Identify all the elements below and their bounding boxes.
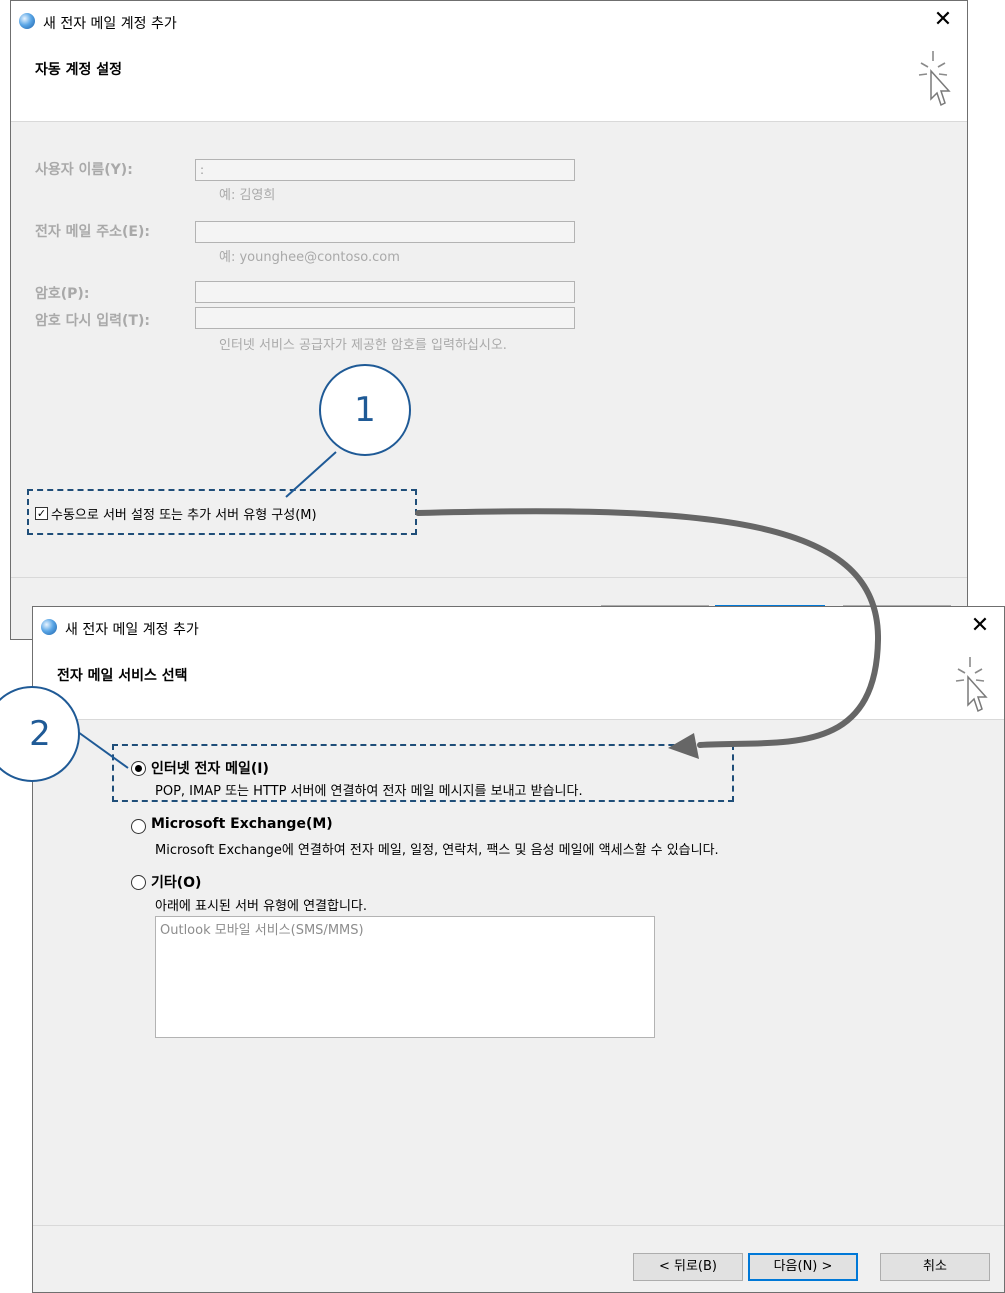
password-label: 암호(P): [35, 286, 90, 302]
other-title[interactable]: 기타(O) [151, 872, 201, 892]
dialog1-header: 자동 계정 설정 [11, 41, 967, 122]
list-item[interactable]: Outlook 모바일 서비스(SMS/MMS) [160, 919, 650, 938]
email-field[interactable] [195, 221, 575, 243]
email-hint: 예: younghee@contoso.com [219, 250, 400, 265]
outlook-globe-icon [41, 619, 57, 635]
dialog-choose-email-service: 새 전자 메일 계정 추가 ✕ 전자 메일 서비스 선택 인터넷 전자 메일(I… [32, 606, 1005, 1293]
close-icon[interactable]: ✕ [968, 613, 992, 638]
dialog2-title: 새 전자 메일 계정 추가 [65, 622, 199, 638]
dialog1-header-title: 자동 계정 설정 [35, 62, 123, 78]
dialog1-title: 새 전자 메일 계정 추가 [43, 16, 177, 32]
close-icon[interactable]: ✕ [931, 7, 955, 32]
dialog2-header-title: 전자 메일 서비스 선택 [57, 668, 188, 684]
email-label: 전자 메일 주소(E): [35, 224, 150, 240]
dialog2-titlebar: 새 전자 메일 계정 추가 ✕ [33, 607, 1004, 647]
username-field[interactable]: : [195, 159, 575, 181]
password-retype-label: 암호 다시 입력(T): [35, 313, 150, 329]
username-hint: 예: 김영희 [219, 188, 276, 203]
callout-1: 1 [319, 364, 411, 456]
dialog2-header: 전자 메일 서비스 선택 [33, 647, 1004, 720]
other-server-type-list[interactable]: Outlook 모바일 서비스(SMS/MMS) [155, 916, 655, 1038]
password-hint: 인터넷 서비스 공급자가 제공한 암호를 입력하십시오. [219, 338, 507, 353]
dialog1-titlebar: 새 전자 메일 계정 추가 ✕ [11, 1, 967, 41]
manual-setup-highlight [27, 489, 417, 535]
exchange-radio[interactable] [131, 819, 146, 834]
internet-email-highlight [112, 744, 734, 802]
password-field[interactable] [195, 281, 575, 303]
dialog1-footer-separator [11, 577, 967, 578]
back-button[interactable]: < 뒤로(B) [633, 1253, 743, 1281]
exchange-desc: Microsoft Exchange에 연결하여 전자 메일, 일정, 연락처,… [155, 843, 719, 858]
click-cursor-icon [950, 653, 990, 721]
click-cursor-icon [913, 47, 953, 115]
dialog2-footer-separator [33, 1225, 1004, 1226]
exchange-title[interactable]: Microsoft Exchange(M) [151, 816, 333, 832]
cancel-button[interactable]: 취소 [880, 1253, 990, 1281]
dialog-auto-account-setup: 새 전자 메일 계정 추가 ✕ 자동 계정 설정 사용자 이름(Y): : 예:… [10, 0, 968, 640]
outlook-globe-icon [19, 13, 35, 29]
next-button[interactable]: 다음(N) > [748, 1253, 858, 1281]
username-label: 사용자 이름(Y): [35, 162, 133, 178]
other-radio[interactable] [131, 875, 146, 890]
password-retype-field[interactable] [195, 307, 575, 329]
other-desc: 아래에 표시된 서버 유형에 연결합니다. [155, 899, 368, 914]
